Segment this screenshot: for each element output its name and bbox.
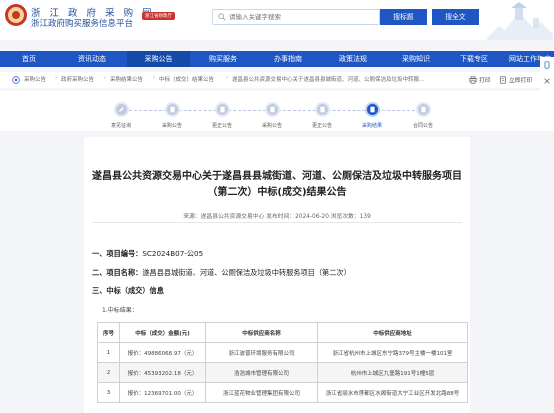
step-2[interactable]: [165, 102, 180, 117]
step-6[interactable]: [365, 102, 380, 117]
logo-icon: [5, 4, 27, 26]
print-now-button[interactable]: 立即打印: [509, 75, 532, 84]
main-nav: 首页 资讯动态 采购公告 购买服务 办事指南 政策法规 采购知识 下载专区 网站…: [0, 51, 554, 67]
table-header: 中标（成交）金额(元): [119, 322, 206, 343]
pencil-icon: [119, 107, 124, 112]
nav-item-guide[interactable]: 办事指南: [258, 51, 318, 67]
crumb-item[interactable]: 采购结果公告: [110, 75, 143, 83]
nav-item-home[interactable]: 首页: [0, 51, 58, 67]
document-icon: [170, 106, 175, 113]
article-title: 遂昌县公共资源交易中心关于遂昌县县城街道、河道、公厕保洁及垃圾中转服务项目（第二…: [92, 171, 462, 198]
step-label: 采购公告: [161, 123, 182, 129]
table-cell: 浩浩城市管理有限公司: [205, 362, 318, 383]
section-label: 一、项目编号：: [92, 249, 143, 258]
section-project-name: 二、项目名称：遂昌县县城街道、河道、公厕保洁及垃圾中转服务项目（第二次）: [92, 268, 351, 278]
table-cell: 浙江蓝花物业管理集团有限公司: [205, 382, 318, 403]
nav-item-services[interactable]: 购买服务: [193, 51, 253, 67]
section-project-no: 一、项目编号：SC2024B07-公05: [92, 249, 203, 259]
search-input[interactable]: [229, 11, 377, 23]
table-cell: 2: [97, 362, 120, 383]
search-fulltext-button[interactable]: 搜全文: [432, 9, 479, 25]
table-header: 中标供应商名称: [205, 322, 318, 343]
crumb-item[interactable]: 政府采购公告: [61, 75, 94, 83]
nav-item-download[interactable]: 下载专区: [448, 51, 500, 67]
project-number: SC2024B07-公05: [142, 249, 204, 258]
site-badge: 浙江省财政厅: [142, 12, 175, 20]
table-cell: 报价：12369701.00（元）: [119, 382, 206, 403]
nav-item-policy[interactable]: 政策法规: [323, 51, 383, 67]
table-row: 3 报价：12369701.00（元） 浙江蓝花物业管理集团有限公司 浙江省丽水…: [97, 382, 468, 403]
result-icon: [370, 106, 375, 113]
close-icon[interactable]: [543, 77, 551, 85]
step-label: 意见征询: [110, 123, 131, 129]
building-decoration-icon: [487, 2, 553, 40]
section-label: 二、项目名称：: [92, 268, 143, 277]
table-cell: 3: [97, 382, 120, 403]
step-label: 采购公告: [261, 123, 282, 129]
contract-icon: [421, 106, 426, 113]
step-label: 更正公告: [211, 123, 232, 129]
step-7[interactable]: [416, 102, 431, 117]
print-button[interactable]: 打印: [479, 75, 491, 84]
print-icon[interactable]: [469, 76, 477, 84]
step-3[interactable]: [215, 102, 230, 117]
step-5[interactable]: [315, 102, 330, 117]
step-label: 采购结果: [361, 123, 382, 129]
nav-item-notices[interactable]: 采购公告: [127, 51, 190, 67]
table-header: 序号: [97, 322, 120, 343]
site-subtitle: 浙江政府购买服务信息平台: [31, 19, 134, 29]
article-meta: 来源：遂昌县公共资源交易中心 发布时间：2024-06-20 浏览次数：139: [183, 214, 371, 220]
table-cell: 浙江省杭州市上城区东宁路379号主楼一楼101室: [317, 342, 468, 363]
section-award-info: 三、中标（成交）信息: [92, 286, 164, 295]
crumb-item[interactable]: 中标（成交）结果公告: [159, 75, 214, 83]
edit-icon: [220, 106, 225, 113]
search-box[interactable]: [212, 9, 380, 25]
crumb-item[interactable]: 采购公告: [24, 75, 46, 83]
table-cell: 报价：49886068.97（元）: [119, 342, 206, 363]
home-icon: [12, 76, 20, 84]
award-result-label: 1.中标结果：: [102, 307, 138, 314]
table-row: 2 报价：45393202.18（元） 浩浩城市管理有限公司 杭州市上城区九堡路…: [97, 362, 468, 383]
step-4[interactable]: [265, 102, 280, 117]
nav-item-news[interactable]: 资讯动态: [62, 51, 122, 67]
step-label: 合同公告: [412, 123, 433, 129]
nav-item-knowledge[interactable]: 采购知识: [388, 51, 444, 67]
table-cell: 浙江省丽水市莲都区水阁街道大宁工业区开发北路88号: [317, 382, 468, 403]
table-header: 中标供应商地址: [317, 322, 468, 343]
edit-icon: [320, 106, 325, 113]
step-1[interactable]: [114, 102, 129, 117]
table-cell: 报价：45393202.18（元）: [119, 362, 206, 383]
search-icon: [218, 13, 226, 21]
phone-icon[interactable]: [543, 61, 551, 69]
award-table: 序号 中标（成交）金额(元) 中标供应商名称 中标供应商地址 1 报价：4988…: [97, 322, 468, 403]
table-cell: 1: [97, 342, 120, 363]
project-name: 遂昌县县城街道、河道、公厕保洁及垃圾中转服务项目（第二次）: [142, 268, 351, 277]
step-label: 更正公告: [311, 123, 332, 129]
table-cell: 杭州市上城区九堡路191号1幢5层: [317, 362, 468, 383]
document-icon: [270, 106, 275, 113]
table-row: 1 报价：49886068.97（元） 浙江波普环境服务有限公司 浙江省杭州市上…: [97, 342, 468, 363]
document-icon[interactable]: [499, 76, 507, 84]
table-cell: 浙江波普环境服务有限公司: [205, 342, 318, 363]
site-header: 浙 江 政 府 采 购 网 浙江政府购买服务信息平台 浙江省财政厅 搜标题 搜全…: [0, 0, 554, 40]
crumb-current: 遂昌县公共资源交易中心关于遂昌县县城街道、河道、公厕保洁及垃圾中转服...: [232, 77, 425, 83]
progress-steps: 意见征询 采购公告 更正公告 采购公告 更正公告 采购结果 合同公告: [0, 91, 554, 131]
breadcrumb: 采购公告 › 政府采购公告 › 采购结果公告 › 中标（成交）结果公告 › 遂昌…: [0, 72, 554, 88]
search-title-button[interactable]: 搜标题: [380, 9, 427, 25]
